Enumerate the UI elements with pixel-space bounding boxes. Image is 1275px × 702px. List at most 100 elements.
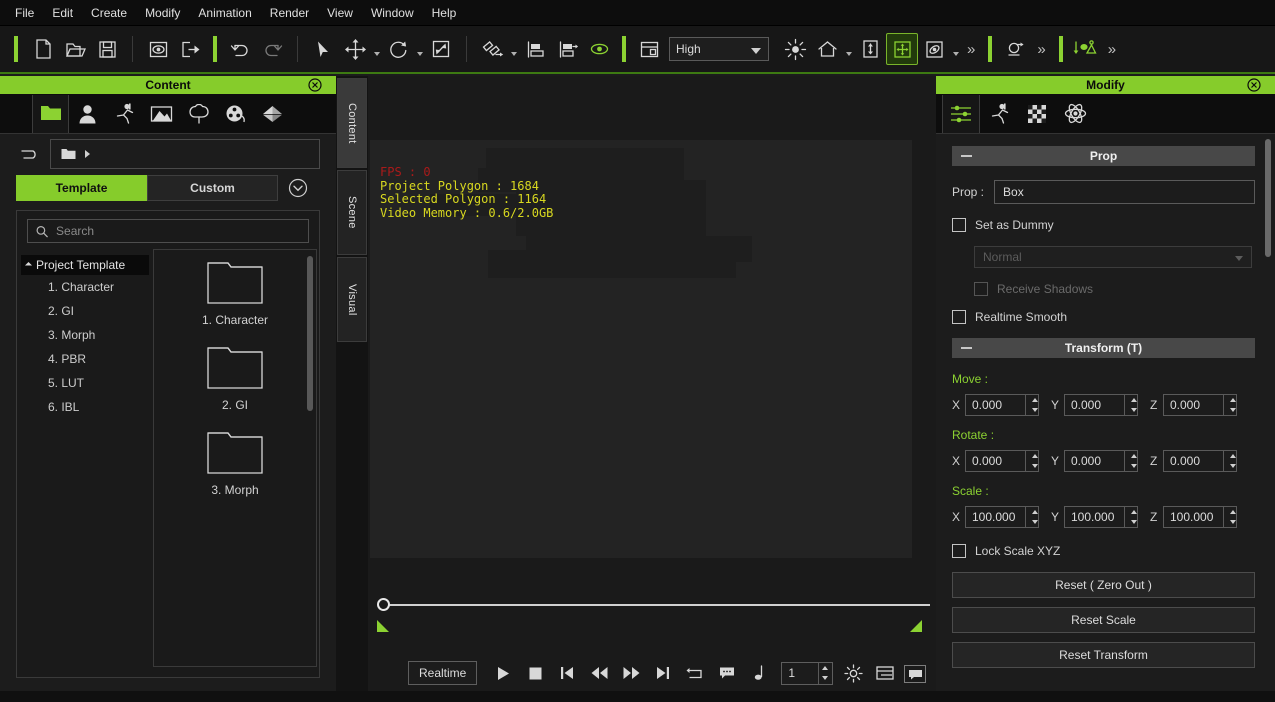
export-icon[interactable] xyxy=(174,33,206,65)
section-header-prop[interactable]: Prop xyxy=(952,146,1255,166)
thumbnail-item[interactable]: 1. Character xyxy=(154,258,316,327)
close-icon[interactable] xyxy=(1247,78,1261,92)
tree-node-gi[interactable]: 2. GI xyxy=(21,299,149,323)
menu-render[interactable]: Render xyxy=(261,2,318,24)
rotate-icon[interactable] xyxy=(382,33,414,65)
minus-icon[interactable] xyxy=(961,347,972,349)
loop-icon[interactable] xyxy=(679,660,711,686)
back-arrow-icon[interactable] xyxy=(16,142,42,166)
frame-spinner[interactable] xyxy=(818,663,831,684)
tab-custom[interactable]: Custom xyxy=(147,175,278,201)
chevron-down-circle-icon[interactable] xyxy=(288,178,308,198)
toolbar-overflow-3[interactable]: » xyxy=(1102,41,1122,58)
menu-file[interactable]: File xyxy=(6,2,43,24)
transform-gizmo-icon[interactable] xyxy=(886,33,918,65)
realtime-button[interactable]: Realtime xyxy=(408,661,477,685)
settings-gear-icon[interactable] xyxy=(837,660,869,686)
rotate-z-spinner[interactable] xyxy=(1223,451,1236,471)
timeline-track[interactable] xyxy=(382,604,930,606)
light-icon[interactable] xyxy=(779,33,811,65)
menu-modify[interactable]: Modify xyxy=(136,2,189,24)
modify-tab-material[interactable] xyxy=(1018,95,1056,133)
select-arrow-icon[interactable] xyxy=(307,33,339,65)
scale-z-spinner[interactable] xyxy=(1223,507,1236,527)
tree-node-character[interactable]: 1. Character xyxy=(21,275,149,299)
next-frame-icon[interactable] xyxy=(647,660,679,686)
toolbar-overflow-2[interactable]: » xyxy=(1031,41,1051,58)
move-x-field[interactable]: 0.000 xyxy=(965,394,1039,416)
triangle-expand-icon[interactable] xyxy=(25,261,32,268)
frame-spin-down[interactable] xyxy=(819,673,831,684)
window-icon[interactable] xyxy=(633,33,665,65)
prop-name-field[interactable]: Box xyxy=(994,180,1255,204)
reset-scale-button[interactable]: Reset Scale xyxy=(952,607,1255,633)
frame-spin-up[interactable] xyxy=(819,663,831,674)
modify-tab-attribute[interactable] xyxy=(942,95,980,133)
frame-field[interactable] xyxy=(781,662,833,685)
modify-panel-scrollbar[interactable] xyxy=(1265,139,1271,257)
open-folder-icon[interactable] xyxy=(59,33,91,65)
content-tab-scene[interactable] xyxy=(143,95,180,133)
menu-create[interactable]: Create xyxy=(82,2,136,24)
breadcrumb[interactable] xyxy=(50,139,320,169)
home-dropdown-arrow-icon[interactable] xyxy=(843,33,854,65)
play-icon[interactable] xyxy=(487,660,519,686)
lock-scale-checkbox[interactable] xyxy=(952,544,966,558)
move-icon[interactable] xyxy=(339,33,371,65)
move-y-field[interactable]: 0.000 xyxy=(1064,394,1138,416)
modify-tab-motion[interactable] xyxy=(980,95,1018,133)
menu-animation[interactable]: Animation xyxy=(189,2,260,24)
rotate-z-field[interactable]: 0.000 xyxy=(1163,450,1237,472)
rewind-icon[interactable] xyxy=(583,660,615,686)
ground-icon[interactable] xyxy=(854,33,886,65)
move-dropdown-arrow-icon[interactable] xyxy=(371,33,382,65)
menu-edit[interactable]: Edit xyxy=(43,2,82,24)
minus-icon[interactable] xyxy=(961,155,972,157)
quality-select[interactable]: High xyxy=(669,37,769,61)
content-tab-folder[interactable] xyxy=(32,95,69,133)
sidetab-visual[interactable]: Visual xyxy=(337,257,367,342)
close-icon[interactable] xyxy=(308,78,322,92)
note-music-icon[interactable] xyxy=(743,660,775,686)
move-z-field[interactable]: 0.000 xyxy=(1163,394,1237,416)
preview-icon[interactable] xyxy=(142,33,174,65)
section-header-transform[interactable]: Transform (T) xyxy=(952,338,1255,358)
reset-zero-out-button[interactable]: Reset ( Zero Out ) xyxy=(952,572,1255,598)
comment-icon[interactable] xyxy=(711,660,743,686)
sidetab-content[interactable]: Content xyxy=(337,78,367,168)
timeline-range-end-marker[interactable] xyxy=(910,620,922,632)
viewport[interactable]: FPS : 0 Project Polygon : 1684 Selected … xyxy=(368,76,936,691)
scale-y-spinner[interactable] xyxy=(1124,507,1137,527)
content-tab-3d-block[interactable] xyxy=(254,95,291,133)
tree-node-morph[interactable]: 3. Morph xyxy=(21,323,149,347)
move-z-spinner[interactable] xyxy=(1223,395,1236,415)
content-tab-media[interactable] xyxy=(217,95,254,133)
content-tab-character[interactable] xyxy=(69,95,106,133)
redo-icon[interactable] xyxy=(256,33,288,65)
menu-window[interactable]: Window xyxy=(362,2,423,24)
stop-icon[interactable] xyxy=(519,660,551,686)
home-icon[interactable] xyxy=(811,33,843,65)
search-box[interactable] xyxy=(27,219,309,243)
rotate-y-field[interactable]: 0.000 xyxy=(1064,450,1138,472)
content-tab-motion[interactable] xyxy=(106,95,143,133)
eye-icon[interactable] xyxy=(583,33,615,65)
scale-z-field[interactable]: 100.000 xyxy=(1163,506,1237,528)
align-left-icon[interactable] xyxy=(519,33,551,65)
search-input[interactable] xyxy=(56,224,300,238)
rotate-y-spinner[interactable] xyxy=(1124,451,1137,471)
drop-to-floor-icon[interactable] xyxy=(1070,33,1102,65)
lock-scale-row[interactable]: Lock Scale XYZ xyxy=(952,544,1255,558)
timeline-range-start-marker[interactable] xyxy=(377,620,389,632)
tree-node-pbr[interactable]: 4. PBR xyxy=(21,347,149,371)
link-icon[interactable] xyxy=(476,33,508,65)
camera-icon[interactable] xyxy=(999,33,1031,65)
scale-icon[interactable] xyxy=(425,33,457,65)
save-icon[interactable] xyxy=(91,33,123,65)
frame-input[interactable] xyxy=(782,666,818,680)
menu-view[interactable]: View xyxy=(318,2,362,24)
tab-template[interactable]: Template xyxy=(16,175,147,201)
tree-node-ibl[interactable]: 6. IBL xyxy=(21,395,149,419)
undo-icon[interactable] xyxy=(224,33,256,65)
thumbnail-item[interactable]: 2. GI xyxy=(154,343,316,412)
